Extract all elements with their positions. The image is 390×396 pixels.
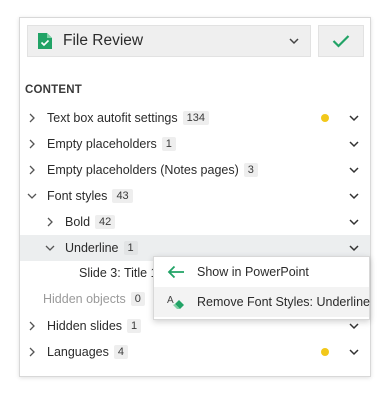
row-menu-chevron-icon[interactable]	[348, 164, 360, 176]
row-menu-chevron-icon[interactable]	[348, 346, 360, 358]
arrow-left-icon	[166, 263, 186, 281]
row-menu-chevron-icon[interactable]	[348, 216, 360, 228]
context-menu: Show in PowerPoint A Remove Font Styles:…	[153, 256, 370, 320]
confirm-button[interactable]	[318, 25, 364, 57]
row-label: Font styles	[47, 189, 108, 203]
file-selector-dropdown[interactable]: File Review	[27, 25, 311, 57]
count-badge: 43	[112, 189, 133, 203]
issue-row-text-box-autofit[interactable]: Text box autofit settings 134	[20, 105, 370, 131]
row-label: Slide 3: Title 1	[79, 266, 158, 280]
row-label: Empty placeholders	[47, 137, 157, 151]
chevron-right-icon[interactable]	[26, 346, 38, 358]
svg-text:A: A	[167, 295, 174, 306]
count-badge: 1	[123, 241, 138, 255]
warning-dot	[321, 348, 329, 356]
count-badge: 1	[127, 319, 142, 333]
issue-row-empty-placeholders[interactable]: Empty placeholders 1	[20, 131, 370, 157]
count-badge: 42	[95, 215, 116, 229]
count-badge: 0	[130, 292, 145, 306]
chevron-right-icon[interactable]	[26, 164, 38, 176]
issue-row-languages[interactable]: Languages 4	[20, 339, 370, 365]
chevron-right-icon[interactable]	[44, 216, 56, 228]
row-label: Empty placeholders (Notes pages)	[47, 163, 239, 177]
clear-format-icon: A	[166, 293, 186, 311]
document-check-icon	[37, 32, 53, 50]
row-menu-chevron-icon[interactable]	[348, 320, 360, 332]
chevron-down-icon[interactable]	[44, 242, 56, 254]
chevron-right-icon[interactable]	[26, 320, 38, 332]
count-badge: 134	[182, 111, 209, 125]
checkmark-icon	[332, 34, 350, 48]
row-menu-chevron-icon[interactable]	[348, 242, 360, 254]
row-label: Hidden objects	[43, 292, 126, 306]
row-menu-chevron-icon[interactable]	[348, 190, 360, 202]
menu-item-show-in-powerpoint[interactable]: Show in PowerPoint	[154, 257, 369, 287]
count-badge: 3	[243, 163, 258, 177]
row-label: Underline	[65, 241, 119, 255]
issue-row-font-styles[interactable]: Font styles 43	[20, 183, 370, 209]
chevron-right-icon[interactable]	[26, 138, 38, 150]
issue-row-empty-placeholders-notes[interactable]: Empty placeholders (Notes pages) 3	[20, 157, 370, 183]
chevron-right-icon[interactable]	[26, 112, 38, 124]
section-header-content: CONTENT	[25, 84, 82, 96]
row-menu-chevron-icon[interactable]	[348, 112, 360, 124]
row-menu-chevron-icon[interactable]	[348, 138, 360, 150]
menu-item-label: Show in PowerPoint	[197, 265, 309, 279]
count-badge: 4	[113, 345, 128, 359]
issue-row-bold[interactable]: Bold 42	[20, 209, 370, 235]
chevron-down-icon	[288, 35, 300, 47]
row-label: Languages	[47, 345, 109, 359]
file-review-panel: File Review CONTENT Text box autofit set…	[19, 17, 371, 377]
menu-item-remove-font-styles-underline[interactable]: A Remove Font Styles: Underline	[154, 287, 370, 317]
count-badge: 1	[161, 137, 176, 151]
row-label: Bold	[65, 215, 91, 229]
dropdown-title: File Review	[63, 32, 144, 49]
row-label: Hidden slides	[47, 319, 123, 333]
chevron-down-icon[interactable]	[26, 190, 38, 202]
menu-item-label: Remove Font Styles: Underline	[197, 295, 370, 309]
warning-dot	[321, 114, 329, 122]
row-label: Text box autofit settings	[47, 111, 178, 125]
